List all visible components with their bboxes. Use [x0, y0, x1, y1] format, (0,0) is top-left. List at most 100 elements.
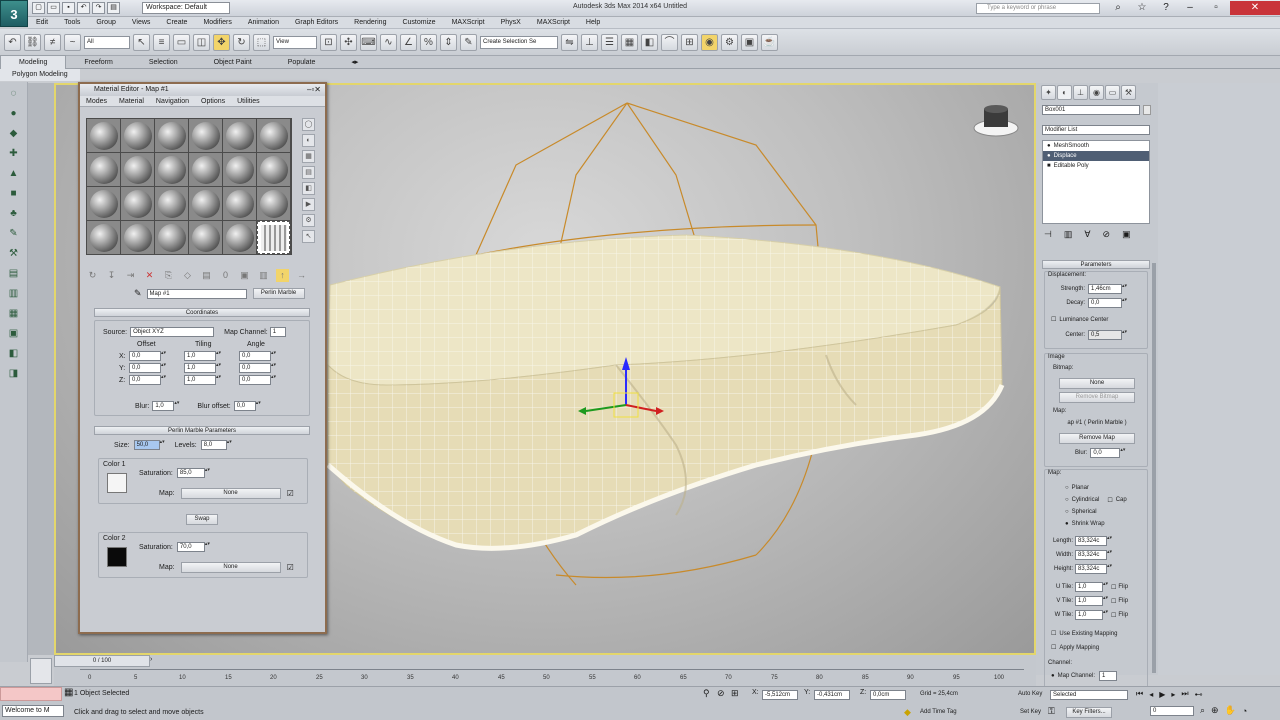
previous-frame-icon[interactable]: ◂ — [1149, 690, 1153, 699]
spinner-icon[interactable]: ▴▾ — [1120, 448, 1125, 458]
unlink-icon[interactable]: ≠ — [44, 33, 61, 51]
utilities-tab-icon[interactable]: ⚒ — [1121, 85, 1136, 100]
tab-populate[interactable]: Populate — [270, 56, 334, 69]
spinner-icon[interactable]: ▴▾ — [1103, 610, 1108, 620]
sample-slot[interactable] — [121, 119, 154, 152]
cylindrical-radio[interactable]: ○ — [1065, 497, 1069, 503]
lightbulb-icon[interactable]: ● — [1047, 153, 1051, 159]
auto-key-label[interactable]: Auto Key — [1018, 691, 1042, 697]
stack-item-displace[interactable]: ● Displace — [1043, 151, 1149, 161]
u-flip-checkbox[interactable]: ☐ — [1111, 584, 1116, 591]
menu-item[interactable]: Edit — [28, 17, 56, 29]
saturation2-field[interactable]: 70,0 — [176, 542, 205, 552]
spinner-icon[interactable]: ▴▾ — [271, 375, 276, 385]
timeline-toggle-icon[interactable]: ▦ — [64, 687, 73, 698]
pin-stack-icon[interactable]: ⊣ — [1044, 229, 1052, 240]
sample-slot[interactable] — [223, 119, 256, 152]
percent-snap-icon[interactable]: % — [420, 33, 437, 51]
viewcube-icon[interactable] — [973, 105, 1019, 137]
menu-item[interactable]: MAXScript — [444, 17, 493, 29]
parameters-rollout-header[interactable]: Parameters — [1042, 260, 1150, 269]
spinner-icon[interactable]: ▴▾ — [1122, 284, 1127, 294]
link-icon[interactable]: ⛓ — [24, 33, 41, 51]
spinner-icon[interactable]: ▴▾ — [174, 401, 179, 411]
utilities-icon[interactable]: ▦ — [6, 306, 22, 322]
show-end-result-icon[interactable]: ▥ — [1064, 229, 1073, 240]
window-crossing-icon[interactable]: ◫ — [193, 33, 210, 51]
select-rotate-icon[interactable]: ↻ — [233, 33, 250, 51]
spinner-icon[interactable]: ▴▾ — [1107, 550, 1112, 560]
remove-modifier-icon[interactable]: ⊘ — [1103, 229, 1111, 240]
menu-item[interactable]: Tools — [56, 17, 88, 29]
isolate-selection-icon[interactable]: ⊘ — [717, 688, 725, 699]
color1-swatch[interactable] — [107, 473, 127, 493]
apply-mapping-checkbox[interactable]: ☐ — [1051, 644, 1056, 651]
time-tag-icon[interactable]: ◆ — [904, 707, 911, 718]
map1-button[interactable]: None — [180, 488, 281, 499]
saturation1-field[interactable]: 85,0 — [176, 468, 205, 478]
spinner-icon[interactable]: ▴▾ — [1122, 298, 1127, 308]
angle-u-field[interactable]: 0,0 — [239, 351, 271, 361]
spinner-icon[interactable]: ▴▾ — [256, 401, 261, 411]
curve-editor-icon[interactable]: ⌒ — [661, 33, 678, 51]
menu-item[interactable]: Create — [158, 17, 195, 29]
layer-icon[interactable]: ◧ — [6, 346, 22, 362]
close-button[interactable]: ✕ — [1230, 1, 1280, 15]
spinner-icon[interactable]: ▴▾ — [227, 440, 232, 450]
key-mode-icon[interactable]: ⊷ — [1195, 690, 1203, 699]
sample-slot[interactable] — [155, 187, 188, 220]
scene-explorer-icon[interactable]: ☰ — [601, 33, 618, 51]
go-forward-sibling-icon[interactable]: → — [295, 269, 308, 282]
map2-checkbox[interactable]: ☑ — [287, 563, 294, 572]
lightbulb-icon[interactable]: ■ — [1047, 163, 1051, 169]
new-file-icon[interactable]: ▢ — [32, 2, 45, 14]
align-icon[interactable]: ⊥ — [581, 33, 598, 51]
search-icon[interactable]: ⌕ — [1106, 1, 1130, 15]
modify-tab-icon[interactable]: ◐ — [1057, 85, 1072, 100]
display-icon[interactable]: ▥ — [6, 286, 22, 302]
hierarchy-tab-icon[interactable]: ⊥ — [1073, 85, 1088, 100]
blur-field[interactable]: 0,0 — [1090, 448, 1121, 458]
help-icon[interactable]: ? — [1154, 1, 1178, 15]
remove-map-button[interactable]: Remove Map — [1059, 433, 1135, 444]
perlin-rollout-header[interactable]: Perlin Marble Parameters — [94, 426, 310, 435]
map2-button[interactable]: None — [180, 562, 281, 573]
copy-material-icon[interactable]: ⎘ — [162, 269, 175, 282]
sample-slot[interactable] — [189, 187, 222, 220]
edit-named-selection-icon[interactable]: ✎ — [460, 33, 477, 51]
menu-item[interactable]: Help — [578, 17, 608, 29]
scene-icon[interactable]: ◨ — [6, 366, 22, 382]
sample-slot[interactable] — [155, 221, 188, 254]
project-folder-icon[interactable]: ▤ — [107, 2, 120, 14]
angle-snap-icon[interactable]: ∠ — [400, 33, 417, 51]
set-key-label[interactable]: Set Key — [1020, 709, 1041, 715]
menu-item[interactable]: Rendering — [346, 17, 394, 29]
sample-slot[interactable] — [223, 153, 256, 186]
named-selection-dropdown[interactable]: Create Selection Se — [480, 35, 558, 49]
remove-bitmap-button[interactable]: Remove Bitmap — [1059, 392, 1135, 403]
undo-icon[interactable]: ↶ — [77, 2, 90, 14]
maximize-button[interactable]: ▫ — [1204, 1, 1228, 15]
shape-icon[interactable]: ▲ — [6, 166, 22, 182]
map-channel-field[interactable]: 1 — [269, 327, 286, 337]
shrink-wrap-radio[interactable]: ● — [1065, 521, 1069, 527]
spinner-icon[interactable]: ▴▾ — [216, 351, 221, 361]
swap-button[interactable]: Swap — [186, 514, 218, 525]
map-button[interactable]: ap #1 ( Perlin Marble ) — [1051, 419, 1143, 430]
absolute-mode-icon[interactable]: ⊞ — [731, 688, 739, 699]
key-mode-dropdown[interactable]: Selected — [1050, 690, 1128, 700]
decay-field[interactable]: 0,0 — [1088, 298, 1122, 308]
go-to-end-icon[interactable]: ⏭ — [1181, 689, 1188, 699]
help-search-input[interactable]: Type a keyword or phrase — [976, 3, 1100, 14]
angle-w-field[interactable]: 0,0 — [239, 375, 271, 385]
menu-item[interactable]: Customize — [394, 17, 443, 29]
sample-slot[interactable] — [87, 221, 120, 254]
spinner-icon[interactable]: ▴▾ — [160, 440, 165, 450]
select-object-icon[interactable]: ↖ — [133, 33, 150, 51]
menu-navigation[interactable]: Navigation — [150, 96, 195, 107]
geometry-icon[interactable]: ■ — [6, 186, 22, 202]
helper-icon[interactable]: ✚ — [6, 146, 22, 162]
display-tab-icon[interactable]: ▭ — [1105, 85, 1120, 100]
select-scale-icon[interactable]: ⬚ — [253, 33, 270, 51]
keyboard-shortcut-icon[interactable]: ⌨ — [360, 33, 377, 51]
